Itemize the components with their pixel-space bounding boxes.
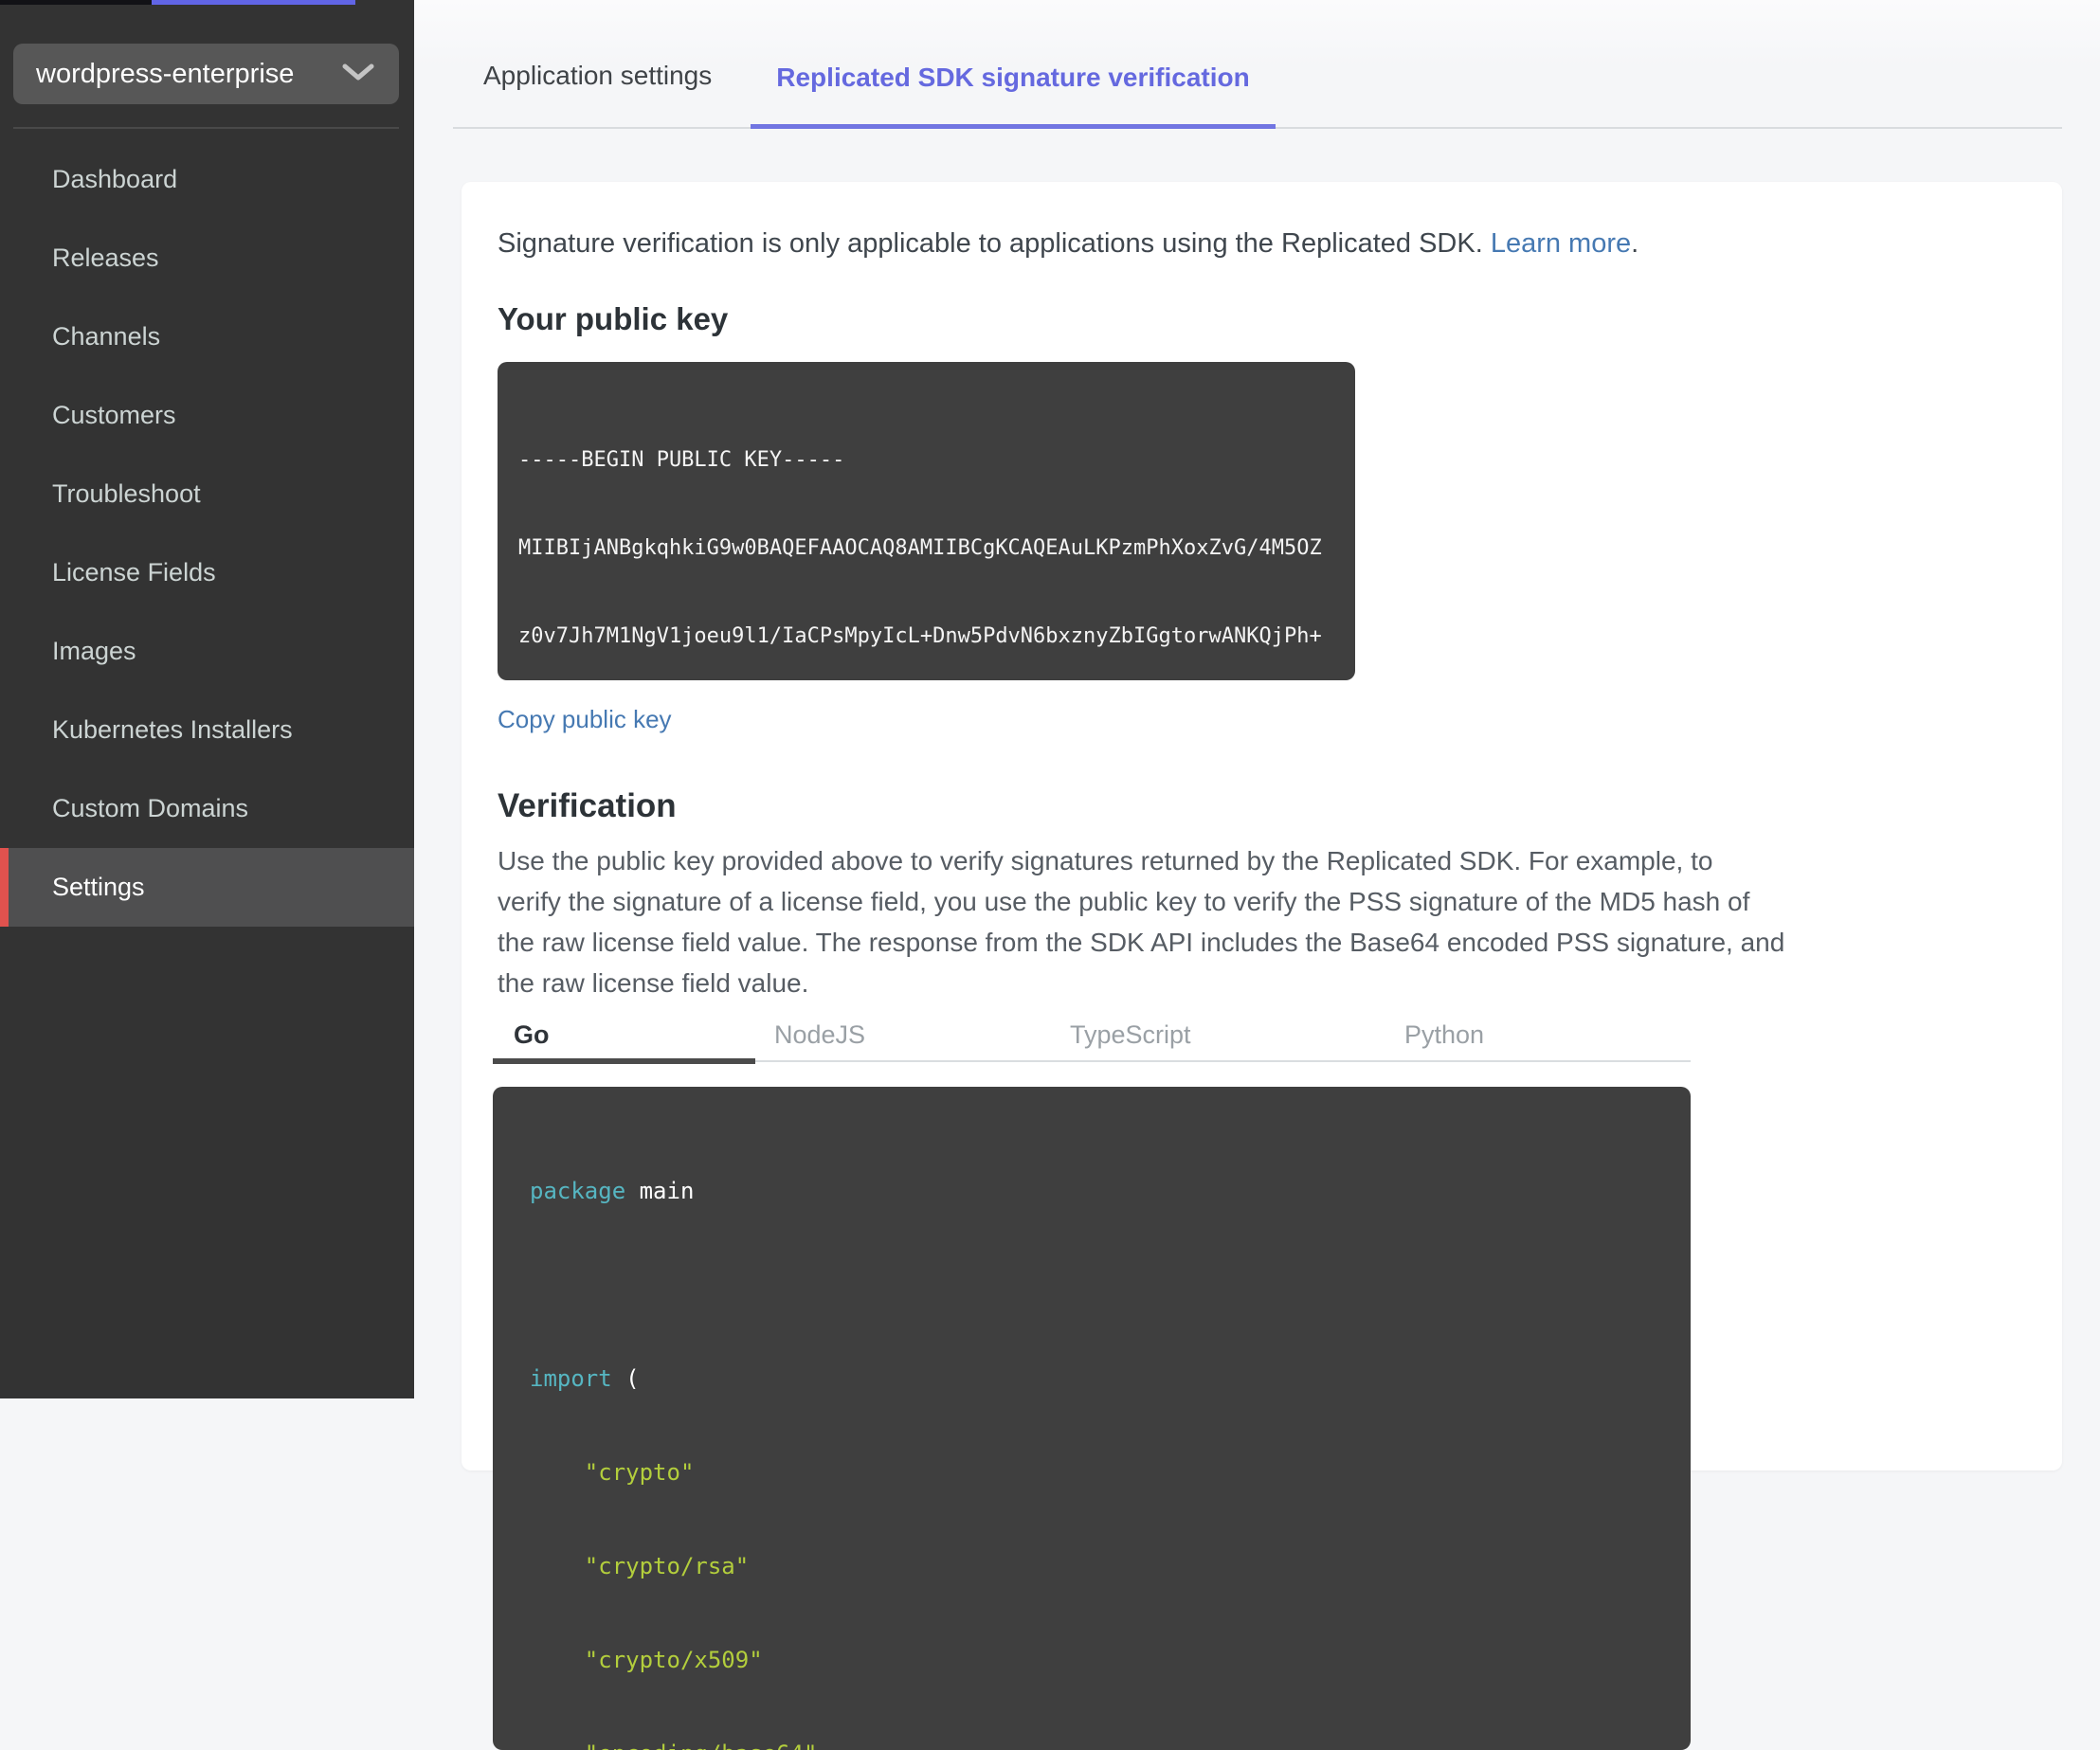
code-line: import (	[530, 1363, 1691, 1395]
signature-verification-card: Signature verification is only applicabl…	[462, 182, 2062, 1750]
code-line: "crypto"	[530, 1457, 1691, 1488]
verification-line: the raw license field value. The respons…	[498, 928, 1785, 957]
sidebar-item-dashboard[interactable]: Dashboard	[0, 140, 414, 219]
sidebar-item-releases[interactable]: Releases	[0, 219, 414, 298]
tab-application-settings[interactable]: Application settings	[483, 61, 712, 127]
code-keyword: package	[530, 1178, 626, 1204]
public-key-block: -----BEGIN PUBLIC KEY----- MIIBIjANBgkqh…	[498, 362, 1355, 680]
sidebar-item-label: Kubernetes Installers	[52, 715, 293, 744]
sidebar-item-images[interactable]: Images	[0, 612, 414, 691]
active-code-tab-underline	[493, 1058, 755, 1064]
code-tab-go[interactable]: Go	[514, 1020, 550, 1050]
sidebar-item-label: Settings	[52, 873, 145, 901]
sidebar-item-license-fields[interactable]: License Fields	[0, 533, 414, 612]
learn-more-link[interactable]: Learn more	[1491, 228, 1631, 259]
code-string: "crypto/rsa"	[530, 1553, 750, 1579]
intro-text: Signature verification is only applicabl…	[498, 227, 2062, 260]
sidebar-item-label: Channels	[52, 322, 161, 351]
sidebar-item-customers[interactable]: Customers	[0, 376, 414, 455]
sidebar-item-label: Dashboard	[52, 165, 178, 193]
intro-sentence: Signature verification is only applicabl…	[498, 228, 1491, 259]
code-line: "crypto/x509"	[530, 1645, 1691, 1676]
sidebar-item-channels[interactable]: Channels	[0, 298, 414, 376]
sidebar-item-label: Troubleshoot	[52, 479, 201, 508]
settings-tabs: Application settings Replicated SDK sign…	[453, 0, 2062, 129]
tab-replicated-sdk-signature-verification[interactable]: Replicated SDK signature verification	[751, 63, 1276, 129]
verification-line: verify the signature of a license field,…	[498, 887, 1750, 916]
sidebar-item-custom-domains[interactable]: Custom Domains	[0, 769, 414, 848]
key-line: MIIBIjANBgkqhkiG9w0BAQEFAAOCAQ8AMIIBCgKC…	[518, 536, 1322, 560]
verification-line: Use the public key provided above to ver…	[498, 846, 1713, 875]
chevron-down-icon	[342, 59, 374, 90]
sidebar-item-settings[interactable]: Settings	[0, 848, 414, 927]
code-string: "crypto/x509"	[530, 1647, 763, 1673]
sidebar-item-label: License Fields	[52, 558, 216, 586]
app-selector-dropdown[interactable]: wordpress-enterprise	[13, 44, 399, 104]
verification-line: the raw license field value.	[498, 968, 809, 998]
code-keyword: import	[530, 1365, 612, 1392]
intro-period: .	[1631, 228, 1639, 259]
sidebar: wordpress-enterprise Dashboard Releases …	[0, 0, 414, 1398]
code-string: "crypto"	[530, 1459, 695, 1486]
code-line: "encoding/base64"	[530, 1739, 1691, 1750]
code-tab-typescript[interactable]: TypeScript	[1070, 1020, 1191, 1050]
app-selector-label: wordpress-enterprise	[36, 58, 295, 89]
key-line: z0v7Jh7M1NgV1joeu9l1/IaCPsMpyIcL+Dnw5Pdv…	[518, 624, 1322, 648]
code-string: "encoding/base64"	[530, 1741, 818, 1750]
code-language-tabs: Go NodeJS TypeScript Python	[493, 1019, 1691, 1064]
sidebar-nav: Dashboard Releases Channels Customers Tr…	[0, 140, 414, 927]
public-key-heading: Your public key	[498, 301, 729, 336]
sidebar-item-label: Images	[52, 637, 136, 665]
verification-heading: Verification	[498, 787, 677, 824]
verification-description: Use the public key provided above to ver…	[498, 840, 2062, 1003]
code-line: package main	[530, 1176, 1691, 1207]
go-code-block: package main import ( "crypto" "crypto/r…	[493, 1087, 1691, 1750]
top-accent-bar	[152, 0, 355, 5]
sidebar-item-label: Customers	[52, 401, 176, 429]
code-text: (	[611, 1365, 640, 1392]
code-line: "crypto/rsa"	[530, 1551, 1691, 1582]
top-bar-segment	[0, 0, 152, 5]
sidebar-item-label: Releases	[52, 244, 159, 272]
code-text: main	[625, 1178, 695, 1204]
sidebar-item-label: Custom Domains	[52, 794, 249, 822]
sidebar-item-kubernetes-installers[interactable]: Kubernetes Installers	[0, 691, 414, 769]
key-line: -----BEGIN PUBLIC KEY-----	[518, 448, 845, 472]
code-tab-nodejs[interactable]: NodeJS	[774, 1020, 865, 1050]
sidebar-divider	[13, 127, 399, 129]
code-tab-python[interactable]: Python	[1404, 1020, 1484, 1050]
copy-public-key-link[interactable]: Copy public key	[498, 705, 672, 734]
main-content: Application settings Replicated SDK sign…	[414, 0, 2100, 1750]
sidebar-item-troubleshoot[interactable]: Troubleshoot	[0, 455, 414, 533]
